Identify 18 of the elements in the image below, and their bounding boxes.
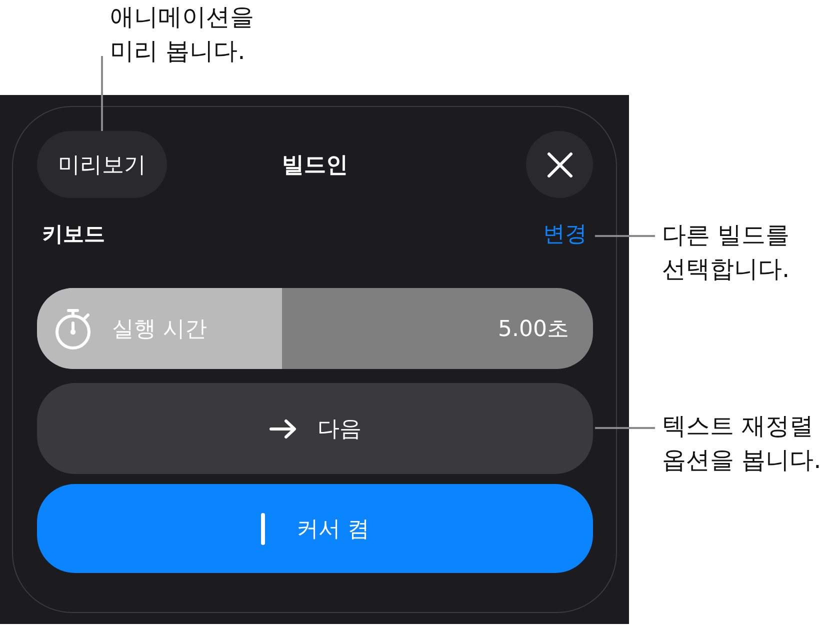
direction-button[interactable]: 다음 [37, 383, 593, 474]
duration-value: 5.00초 [498, 316, 569, 344]
leader-line [595, 235, 655, 237]
arrow-icon [268, 418, 296, 438]
text-cursor-icon [260, 512, 264, 544]
callout-text: 텍스트 재정렬 옵션을 봅니다. [662, 411, 822, 476]
preview-button[interactable]: 미리보기 [37, 131, 167, 198]
duration-label: 실행 시간 [112, 316, 207, 344]
callout-text: 다른 빌드를 선택합니다. [662, 220, 790, 285]
change-link[interactable]: 변경 [543, 219, 587, 249]
stopwatch-icon [53, 308, 93, 350]
callout-text: 애니메이션을 미리 봅니다. [110, 2, 254, 67]
dialog-title: 빌드인 [282, 152, 348, 180]
build-name: 키보드 [42, 221, 105, 248]
cursor-button[interactable]: 커서 켬 [37, 484, 593, 573]
leader-line [595, 427, 655, 429]
duration-slider[interactable]: 실행 시간 5.00초 [37, 288, 593, 369]
close-icon [546, 152, 572, 178]
